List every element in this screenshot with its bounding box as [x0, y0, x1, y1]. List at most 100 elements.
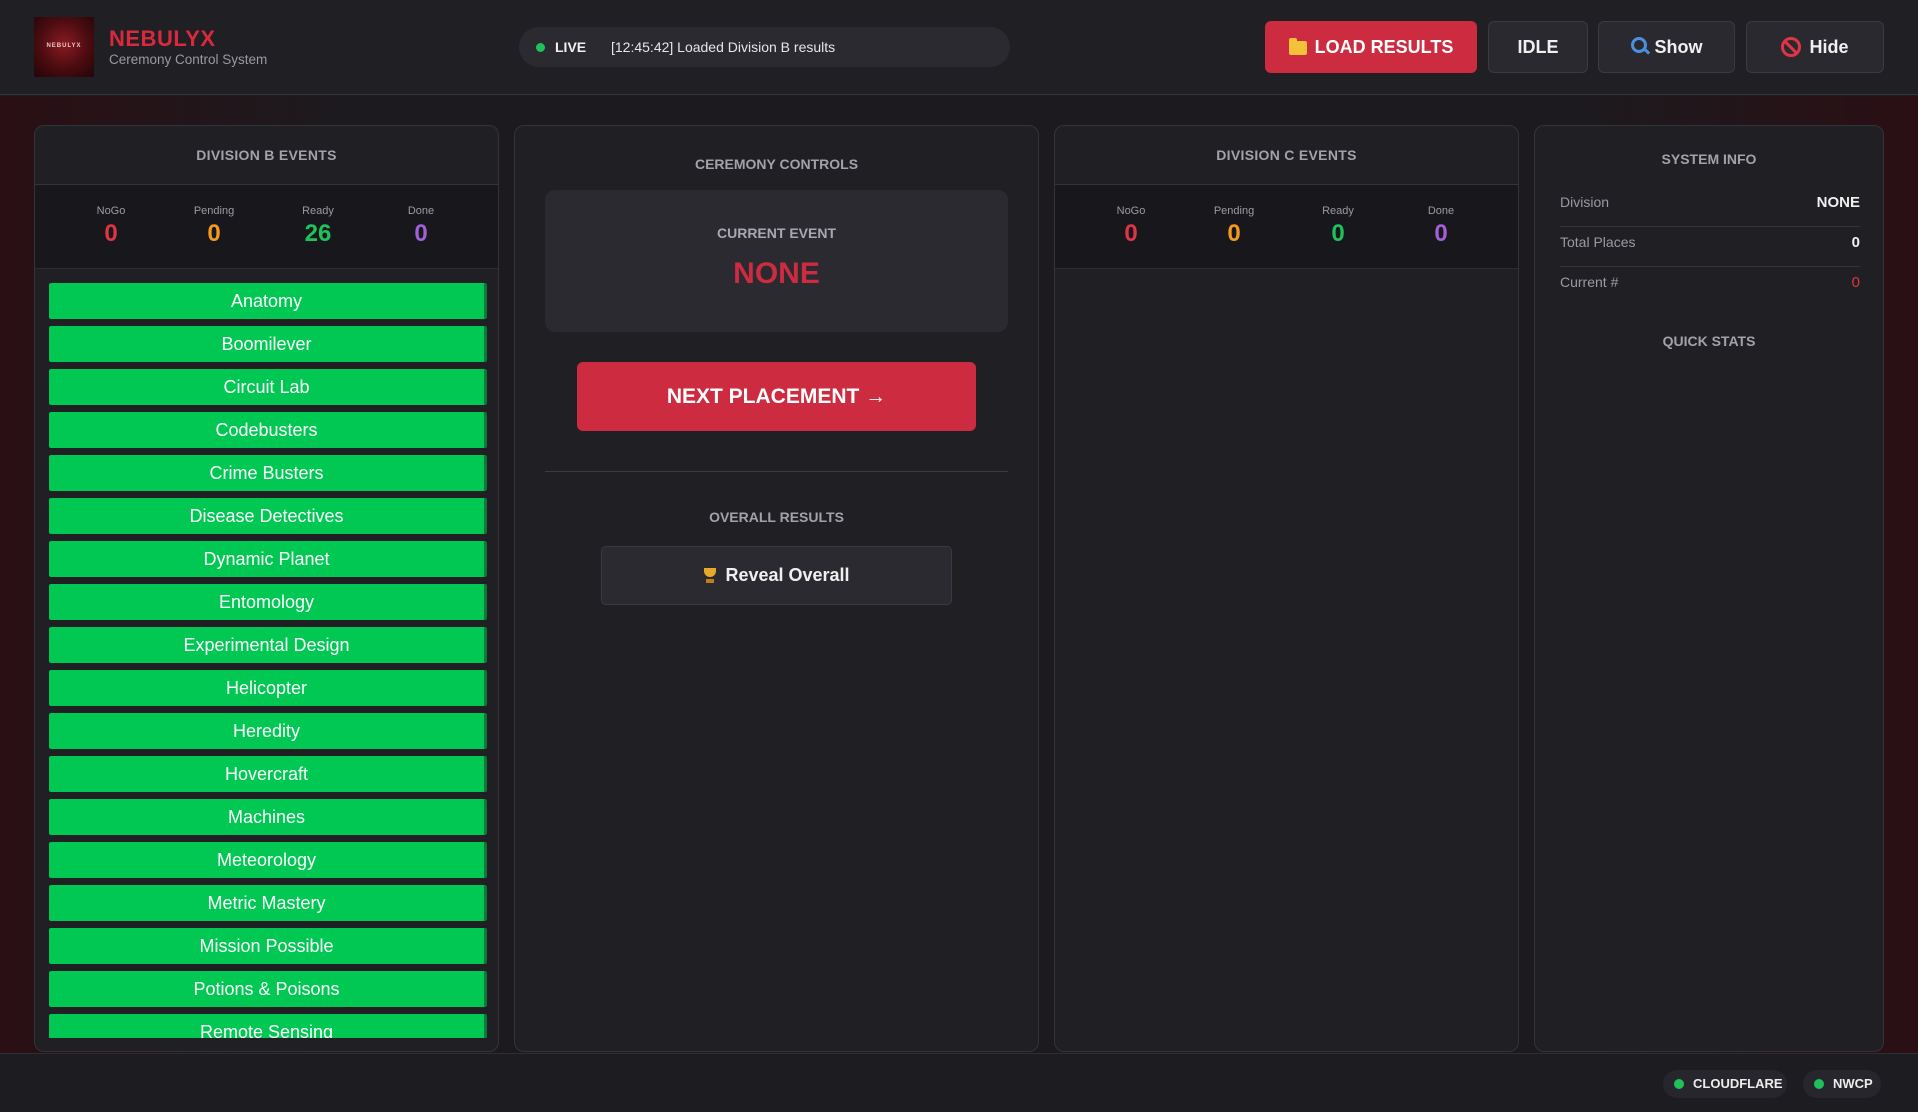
reveal-overall-label: Reveal Overall — [725, 565, 850, 585]
event-button[interactable]: Mission Possible — [49, 928, 487, 964]
quick-stats-title: QUICK STATS — [1662, 333, 1756, 349]
count-label: Ready — [302, 205, 334, 217]
current-event-box: CURRENT EVENT NONE — [545, 190, 1008, 332]
ready-count: Ready 26 — [278, 205, 358, 248]
event-button[interactable]: Crime Busters — [49, 455, 487, 491]
divider — [545, 471, 1008, 472]
count-value: 0 — [414, 220, 428, 247]
count-value: 26 — [304, 220, 332, 247]
count-value: 0 — [1124, 220, 1138, 247]
count-label: Pending — [193, 205, 235, 217]
status-bar: LIVE [12:45:42] Loaded Division B result… — [519, 27, 1010, 67]
hide-button[interactable]: Hide — [1746, 21, 1884, 73]
idle-button[interactable]: IDLE — [1488, 21, 1588, 73]
count-value: 0 — [1434, 220, 1448, 247]
system-info-title: SYSTEM INFO — [1661, 151, 1757, 167]
event-button[interactable]: Metric Mastery — [49, 885, 487, 921]
count-value: 0 — [1331, 220, 1345, 247]
info-key: Total Places — [1560, 234, 1636, 250]
event-button[interactable]: Entomology — [49, 584, 487, 620]
load-results-button[interactable]: LOAD RESULTS — [1265, 21, 1477, 73]
event-button[interactable]: Codebusters — [49, 412, 487, 448]
event-button[interactable]: Remote Sensing — [49, 1014, 487, 1038]
info-row-total-places: Total Places 0 — [1560, 226, 1860, 267]
count-label: Pending — [1213, 205, 1255, 217]
pending-count: Pending 0 — [1194, 205, 1274, 248]
brand-name: NEBULYX — [109, 26, 216, 51]
division-c-title: DIVISION C EVENTS — [1055, 126, 1518, 185]
info-row-current: Current # 0 — [1560, 266, 1860, 306]
event-button[interactable]: Hovercraft — [49, 756, 487, 792]
top-bar: NEBULYX NEBULYX Ceremony Control System … — [0, 0, 1918, 95]
info-value: NONE — [1816, 194, 1860, 211]
hide-label: Hide — [1809, 36, 1849, 57]
footer-bar: CLOUDFLARE NWCP — [0, 1053, 1918, 1112]
event-button[interactable]: Dynamic Planet — [49, 541, 487, 577]
overall-results-title: OVERALL RESULTS — [709, 509, 844, 525]
show-label: Show — [1654, 36, 1703, 57]
brand-subtitle: Ceremony Control System — [109, 52, 268, 67]
show-button[interactable]: Show — [1598, 21, 1735, 73]
info-row-division: Division NONE — [1560, 186, 1860, 227]
idle-label: IDLE — [1517, 36, 1559, 57]
pending-count: Pending 0 — [174, 205, 254, 248]
event-button[interactable]: Helicopter — [49, 670, 487, 706]
count-label: Done — [1427, 205, 1455, 217]
live-label: LIVE — [555, 39, 587, 55]
event-button[interactable]: Heredity — [49, 713, 487, 749]
division-b-event-list[interactable]: Anatomy Boomilever Circuit Lab Codebuste… — [49, 283, 487, 1038]
count-label: NoGo — [1116, 205, 1146, 217]
system-info-panel: SYSTEM INFO Division NONE Total Places 0… — [1534, 125, 1884, 1052]
live-indicator-icon — [536, 43, 545, 52]
division-b-panel: DIVISION B EVENTS NoGo 0 Pending 0 Ready… — [34, 125, 499, 1052]
event-button[interactable]: Experimental Design — [49, 627, 487, 663]
count-value: 0 — [1227, 220, 1241, 247]
ceremony-controls-title: CEREMONY CONTROLS — [694, 156, 859, 172]
event-button[interactable]: Circuit Lab — [49, 369, 487, 405]
next-placement-button[interactable]: NEXT PLACEMENT → — [577, 362, 976, 431]
service-label: NWCP — [1833, 1076, 1873, 1091]
info-key: Division — [1560, 194, 1610, 210]
reveal-overall-button[interactable]: Reveal Overall — [601, 546, 952, 605]
brand-logo: NEBULYX — [34, 17, 94, 77]
division-b-counts: NoGo 0 Pending 0 Ready 26 Done 0 — [35, 185, 498, 269]
service-status-cloudflare: CLOUDFLARE — [1663, 1070, 1787, 1098]
info-value: 0 — [1851, 234, 1860, 251]
done-count: Done 0 — [1401, 205, 1481, 248]
logo-text: NEBULYX — [46, 43, 82, 49]
division-c-panel: DIVISION C EVENTS NoGo 0 Pending 0 Ready… — [1054, 125, 1519, 1052]
brand: NEBULYX Ceremony Control System — [109, 26, 268, 68]
division-b-title: DIVISION B EVENTS — [35, 126, 498, 185]
event-button[interactable]: Machines — [49, 799, 487, 835]
folder-icon — [1288, 38, 1307, 55]
ceremony-controls-panel: CEREMONY CONTROLS CURRENT EVENT NONE NEX… — [514, 125, 1039, 1052]
current-event-label: CURRENT EVENT — [716, 225, 836, 241]
count-label: Ready — [1322, 205, 1354, 217]
current-event-value: NONE — [733, 257, 820, 290]
magnifier-icon — [1630, 37, 1647, 53]
event-button[interactable]: Meteorology — [49, 842, 487, 878]
status-dot-icon — [1674, 1079, 1684, 1089]
status-message: [12:45:42] Loaded Division B results — [611, 39, 836, 55]
info-value: 0 — [1851, 274, 1860, 291]
count-value: 0 — [207, 220, 221, 247]
no-entry-icon — [1781, 37, 1802, 57]
info-key: Current # — [1560, 274, 1619, 290]
load-results-label: LOAD RESULTS — [1314, 36, 1454, 57]
event-button[interactable]: Anatomy — [49, 283, 487, 319]
service-label: CLOUDFLARE — [1693, 1076, 1783, 1091]
count-label: Done — [407, 205, 435, 217]
ready-count: Ready 0 — [1298, 205, 1378, 248]
nogo-count: NoGo 0 — [1091, 205, 1171, 248]
count-label: NoGo — [96, 205, 126, 217]
count-value: 0 — [104, 220, 118, 247]
service-status-nwcp: NWCP — [1803, 1070, 1881, 1098]
event-button[interactable]: Potions & Poisons — [49, 971, 487, 1007]
nogo-count: NoGo 0 — [71, 205, 151, 248]
trophy-icon — [703, 567, 717, 584]
status-dot-icon — [1814, 1079, 1824, 1089]
done-count: Done 0 — [381, 205, 461, 248]
division-c-counts: NoGo 0 Pending 0 Ready 0 Done 0 — [1055, 185, 1518, 269]
event-button[interactable]: Boomilever — [49, 326, 487, 362]
event-button[interactable]: Disease Detectives — [49, 498, 487, 534]
